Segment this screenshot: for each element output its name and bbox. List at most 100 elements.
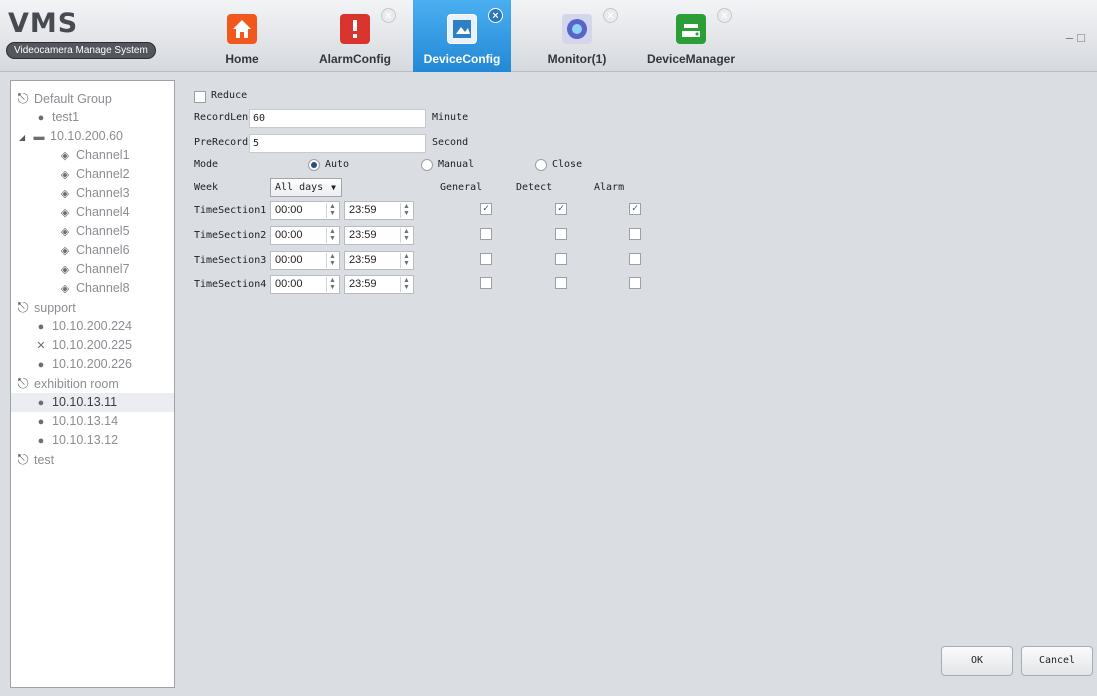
close-icon[interactable]: × [488, 8, 503, 23]
start-time-input[interactable]: 00:00 ▲ ▼ [270, 251, 340, 270]
tree-nvr[interactable]: ◢ ▬ 10.10.200.60 [11, 127, 174, 146]
alarm-checkbox[interactable] [629, 277, 641, 289]
tree-channel[interactable]: ◈ Channel7 [11, 260, 174, 279]
device-config-form: Reduce RecordLen 60 Minute PreRecord 5 S… [178, 80, 1093, 688]
tree-channel[interactable]: ◈ Channel1 [11, 146, 174, 165]
general-checkbox[interactable] [480, 253, 492, 265]
end-time-value: 23:59 [349, 278, 377, 290]
spin-arrows-icon[interactable]: ▲ ▼ [326, 277, 338, 292]
tab-deviceconfig[interactable]: DeviceConfig × [413, 0, 511, 72]
tree-label: Channel5 [76, 224, 130, 238]
tree-label: Channel8 [76, 281, 130, 295]
detect-checkbox[interactable] [555, 228, 567, 240]
tree-label: 10.10.200.225 [52, 338, 132, 352]
end-time-input[interactable]: 23:59 ▲ ▼ [344, 275, 414, 294]
alarm-checkbox[interactable] [629, 253, 641, 265]
spin-arrows-icon[interactable]: ▲ ▼ [326, 228, 338, 243]
tree-label: 10.10.200.224 [52, 319, 132, 333]
tree-channel[interactable]: ◈ Channel2 [11, 165, 174, 184]
start-time-input[interactable]: 00:00 ▲ ▼ [270, 226, 340, 245]
ok-button[interactable]: OK [941, 646, 1013, 676]
tab-home[interactable]: Home [193, 0, 291, 72]
detect-checkbox[interactable] [555, 277, 567, 289]
start-time-input[interactable]: 00:00 ▲ ▼ [270, 275, 340, 294]
minimize-button[interactable]: – [1066, 30, 1077, 45]
detect-checkbox[interactable] [555, 253, 567, 265]
end-time-input[interactable]: 23:59 ▲ ▼ [344, 226, 414, 245]
app-subtitle: Videocamera Manage System [6, 42, 156, 59]
maximize-button[interactable]: □ [1077, 30, 1089, 45]
time-section-label: TimeSection3 [194, 255, 267, 266]
tree-label: 10.10.200.226 [52, 357, 132, 371]
tree-group-support[interactable]: ⎋ support [11, 298, 174, 317]
camera-icon: ● [37, 359, 45, 371]
tab-label: Home [225, 52, 259, 66]
channel-camera-icon: ◈ [60, 226, 70, 238]
channel-camera-icon: ◈ [60, 207, 70, 219]
mode-manual-radio[interactable] [421, 159, 433, 171]
spin-arrows-icon[interactable]: ▲ ▼ [400, 277, 412, 292]
end-time-value: 23:59 [349, 204, 377, 216]
prerecord-label: PreRecord [194, 137, 249, 148]
tab-devicemanager[interactable]: DeviceManager × [642, 0, 740, 72]
end-time-input[interactable]: 23:59 ▲ ▼ [344, 201, 414, 220]
tree-device[interactable]: ● 10.10.200.224 [11, 317, 174, 336]
end-time-input[interactable]: 23:59 ▲ ▼ [344, 251, 414, 270]
spin-arrows-icon[interactable]: ▲ ▼ [326, 253, 338, 268]
mode-manual-label: Manual [438, 159, 475, 170]
spin-arrows-icon[interactable]: ▲ ▼ [400, 253, 412, 268]
tree-channel[interactable]: ◈ Channel8 [11, 279, 174, 298]
tree-device-selected[interactable]: ● 10.10.13.11 [11, 393, 174, 412]
alarm-checkbox[interactable] [629, 228, 641, 240]
tree-device[interactable]: ● 10.10.200.226 [11, 355, 174, 374]
app-name: VMS [8, 8, 79, 39]
tree-device[interactable]: ● 10.10.13.14 [11, 412, 174, 431]
tree-device[interactable]: ● test1 [11, 108, 174, 127]
tree-channel[interactable]: ◈ Channel5 [11, 222, 174, 241]
close-icon[interactable]: × [717, 8, 732, 23]
tree-label: Default Group [34, 92, 112, 106]
tree-group-exhibition[interactable]: ⎋ exhibition room [11, 374, 174, 393]
general-checkbox[interactable] [480, 203, 492, 215]
general-checkbox[interactable] [480, 277, 492, 289]
tab-alarmconfig[interactable]: AlarmConfig × [306, 0, 404, 72]
prerecord-input[interactable]: 5 [249, 134, 426, 153]
end-time-value: 23:59 [349, 229, 377, 241]
tab-monitor[interactable]: Monitor(1) × [528, 0, 626, 72]
general-checkbox[interactable] [480, 228, 492, 240]
title-bar: VMS Videocamera Manage System Home Alarm… [0, 0, 1097, 72]
tree-device[interactable]: ● 10.10.13.12 [11, 431, 174, 450]
tree-channel[interactable]: ◈ Channel4 [11, 203, 174, 222]
alarm-checkbox[interactable] [629, 203, 641, 215]
detect-checkbox[interactable] [555, 203, 567, 215]
spin-arrows-icon[interactable]: ▲ ▼ [400, 203, 412, 218]
week-select[interactable]: All days ▼ [270, 178, 342, 197]
reduce-label: Reduce [211, 90, 248, 101]
tree-channel[interactable]: ◈ Channel3 [11, 184, 174, 203]
close-icon[interactable]: × [603, 8, 618, 23]
channel-camera-icon: ◈ [60, 283, 70, 295]
group-icon: ⎋ [17, 451, 29, 467]
tree-label: test1 [52, 110, 80, 124]
channel-camera-icon: ◈ [60, 188, 70, 200]
mode-close-radio[interactable] [535, 159, 547, 171]
cancel-button[interactable]: Cancel [1021, 646, 1093, 676]
time-section-label: TimeSection2 [194, 230, 267, 241]
spin-arrows-icon[interactable]: ▲ ▼ [326, 203, 338, 218]
tab-label: DeviceManager [646, 52, 736, 66]
collapse-arrow-icon[interactable]: ◢ [19, 128, 31, 147]
tree-group-default[interactable]: ⎋ Default Group [11, 89, 174, 108]
mode-auto-radio[interactable] [308, 159, 320, 171]
spin-arrows-icon[interactable]: ▲ ▼ [400, 228, 412, 243]
tree-group-test[interactable]: ⎋ test [11, 450, 174, 469]
channel-camera-icon: ◈ [60, 150, 70, 162]
start-time-value: 00:00 [275, 229, 303, 241]
tree-channel[interactable]: ◈ Channel6 [11, 241, 174, 260]
tree-device[interactable]: ✕ 10.10.200.225 [11, 336, 174, 355]
tree-label: Channel6 [76, 243, 130, 257]
record-len-input[interactable]: 60 [249, 109, 426, 128]
close-icon[interactable]: × [381, 8, 396, 23]
col-general: General [440, 182, 483, 193]
start-time-input[interactable]: 00:00 ▲ ▼ [270, 201, 340, 220]
reduce-checkbox[interactable] [194, 91, 206, 103]
